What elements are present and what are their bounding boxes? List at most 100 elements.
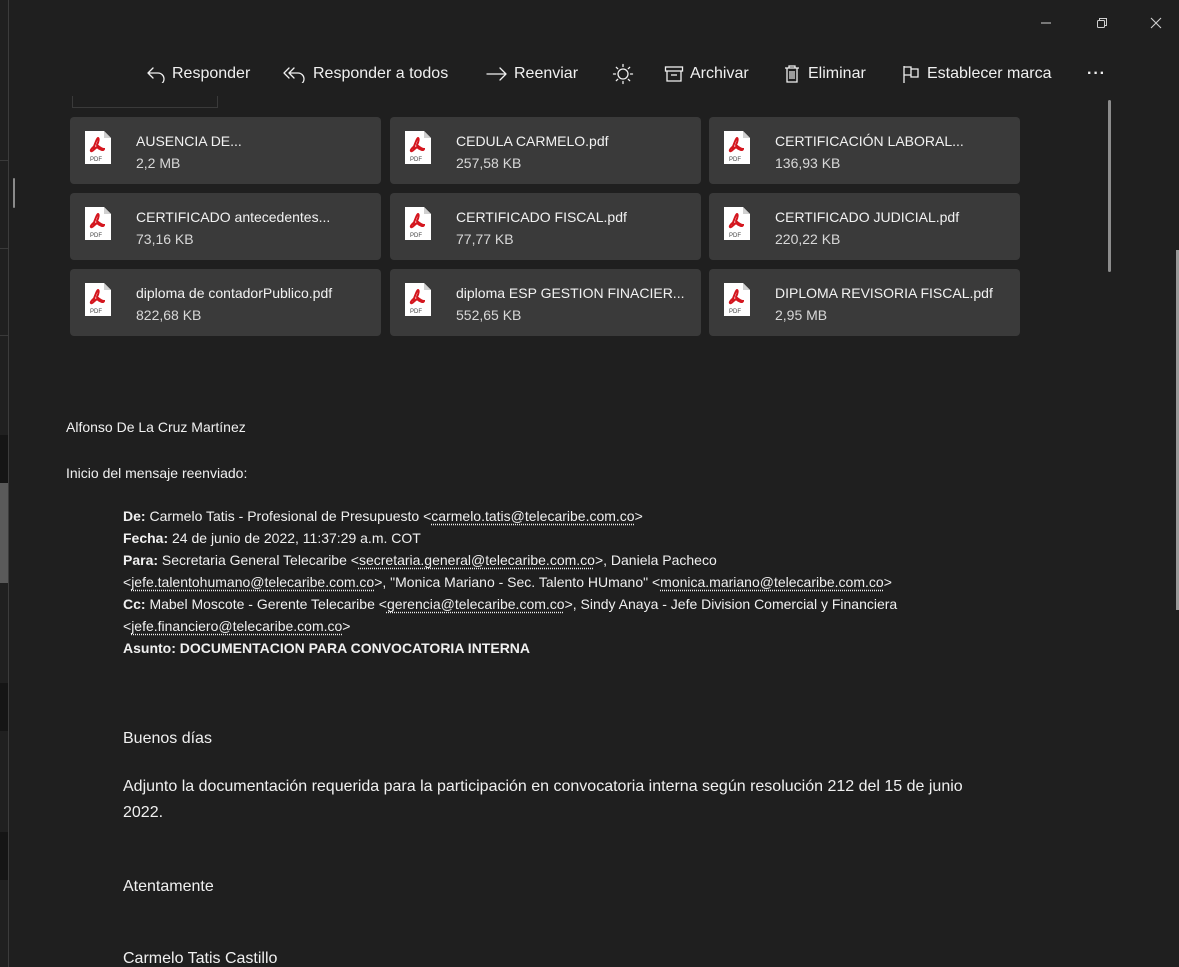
to-part: >, "Monica Mariano - Sec. Talento HUmano… (374, 574, 661, 590)
svg-text:PDF: PDF (410, 309, 422, 315)
pdf-file-icon: PDF (405, 283, 431, 316)
cc-open: < (123, 618, 132, 634)
attachment-card[interactable]: PDF DIPLOMA REVISORIA FISCAL.pdf 2,95 MB (709, 269, 1020, 336)
from-label: De: (123, 508, 146, 524)
header-field-remnant (72, 96, 218, 108)
cc-email-link[interactable]: gerencia@telecaribe.com.co (387, 596, 565, 612)
attachment-size: 136,93 KB (775, 155, 841, 171)
from-close: > (634, 508, 643, 524)
sender-name: Alfonso De La Cruz Martínez (66, 419, 246, 435)
greeting: Buenos días (123, 730, 212, 747)
pdf-file-icon: PDF (85, 283, 111, 316)
from-email-link[interactable]: carmelo.tatis@telecaribe.com.co (431, 508, 634, 524)
vertical-scrollbar[interactable] (1108, 100, 1111, 272)
pdf-file-icon: PDF (85, 207, 111, 240)
more-icon: ··· (1087, 65, 1106, 82)
to-open: < (123, 574, 132, 590)
body-line-2: 2022. (123, 804, 164, 821)
reply-all-button[interactable]: Responder a todos (283, 56, 448, 92)
forward-to-line: Para: Secretaria General Telecaribe <sec… (123, 552, 717, 568)
forward-arrow-icon (486, 67, 507, 81)
forward-cc-line: Cc: Mabel Moscote - Gerente Telecaribe <… (123, 596, 897, 612)
minimize-button[interactable] (1026, 8, 1066, 38)
to-email-link[interactable]: jefe.talentohumano@telecaribe.com.co (131, 574, 374, 590)
pane-resize-grip[interactable] (13, 178, 15, 208)
pdf-file-icon: PDF (724, 131, 750, 164)
message-toolbar: Responder Responder a todos Reenviar Arc… (0, 56, 1179, 92)
signature: Carmelo Tatis Castillo (123, 950, 278, 967)
more-actions-button[interactable]: ··· (1087, 56, 1106, 92)
svg-text:PDF: PDF (90, 157, 102, 163)
reply-button[interactable]: Responder (146, 56, 250, 92)
attachment-name: DIPLOMA REVISORIA FISCAL.pdf (775, 285, 993, 301)
forward-label: Reenviar (514, 65, 579, 82)
date-value: 24 de junio de 2022, 11:37:29 a.m. COT (168, 530, 421, 546)
attachment-name: CERTIFICADO antecedentes... (136, 209, 331, 225)
pdf-file-icon: PDF (405, 207, 431, 240)
svg-text:PDF: PDF (410, 233, 422, 239)
left-pane-edge (0, 0, 8, 967)
attachment-size: 220,22 KB (775, 231, 841, 247)
svg-text:PDF: PDF (410, 157, 422, 163)
flag-label: Establecer marca (927, 65, 1052, 82)
trash-icon (785, 65, 799, 83)
from-name: Carmelo Tatis - Profesional de Presupues… (145, 508, 432, 524)
forward-button[interactable]: Reenviar (486, 56, 578, 92)
attachment-size: 73,16 KB (136, 231, 194, 247)
attachment-name: CERTIFICACIÓN LABORAL... (775, 133, 964, 149)
archive-button[interactable]: Archivar (664, 56, 749, 92)
cc-email-link[interactable]: jefe.financiero@telecaribe.com.co (131, 618, 342, 634)
attachment-card[interactable]: PDF CERTIFICADO JUDICIAL.pdf 220,22 KB (709, 193, 1020, 260)
svg-text:PDF: PDF (90, 309, 102, 315)
forward-to-line-2: <jefe.talentohumano@telecaribe.com.co>, … (123, 574, 892, 590)
pdf-file-icon: PDF (85, 131, 111, 164)
pdf-file-icon: PDF (724, 207, 750, 240)
sun-theme-button[interactable] (612, 56, 640, 92)
delete-button[interactable]: Eliminar (782, 56, 866, 92)
restore-button[interactable] (1082, 8, 1122, 38)
reply-all-label: Responder a todos (313, 65, 449, 82)
attachment-card[interactable]: PDF CEDULA CARMELO.pdf 257,58 KB (390, 117, 701, 184)
svg-text:PDF: PDF (729, 157, 741, 163)
attachment-name: CERTIFICADO FISCAL.pdf (456, 209, 627, 225)
to-part: >, Daniela Pacheco (594, 552, 717, 568)
forward-from-line: De: Carmelo Tatis - Profesional de Presu… (123, 508, 643, 524)
date-label: Fecha: (123, 530, 169, 546)
archive-icon (664, 66, 684, 82)
attachment-size: 822,68 KB (136, 307, 202, 323)
attachment-name: diploma de contadorPublico.pdf (136, 285, 333, 301)
cc-label: Cc: (123, 596, 146, 612)
close-button[interactable] (1136, 8, 1176, 38)
attachment-card[interactable]: PDF CERTIFICADO FISCAL.pdf 77,77 KB (390, 193, 701, 260)
to-label: Para: (123, 552, 159, 568)
restore-icon (1097, 18, 1107, 28)
to-email-link[interactable]: monica.mariano@telecaribe.com.co (660, 574, 884, 590)
attachment-size: 257,58 KB (456, 155, 522, 171)
to-close: > (883, 574, 892, 590)
attachment-card[interactable]: PDF AUSENCIA DE... 2,2 MB (70, 117, 381, 184)
attachment-card[interactable]: PDF CERTIFICADO antecedentes... 73,16 KB (70, 193, 381, 260)
cc-part: Mabel Moscote - Gerente Telecaribe < (145, 596, 387, 612)
svg-text:PDF: PDF (729, 233, 741, 239)
attachment-name: CERTIFICADO JUDICIAL.pdf (775, 209, 960, 225)
pdf-file-icon: PDF (724, 283, 750, 316)
pane-divider (8, 0, 9, 967)
svg-text:PDF: PDF (90, 233, 102, 239)
flag-icon (903, 66, 919, 83)
svg-text:PDF: PDF (729, 309, 741, 315)
attachment-name: diploma ESP GESTION FINACIER... (456, 285, 685, 301)
delete-label: Eliminar (808, 65, 866, 82)
sun-icon (612, 63, 634, 85)
cc-part: >, Sindy Anaya - Jefe Division Comercial… (564, 596, 898, 612)
to-part: Secretaria General Telecaribe < (158, 552, 359, 568)
attachment-name: CEDULA CARMELO.pdf (456, 133, 609, 149)
reply-all-icon (283, 67, 305, 83)
body-line-1: Adjunto la documentación requerida para … (123, 778, 963, 795)
cc-close: > (342, 618, 351, 634)
attachment-card[interactable]: PDF diploma ESP GESTION FINACIER... 552,… (390, 269, 701, 336)
to-email-link[interactable]: secretaria.general@telecaribe.com.co (359, 552, 595, 568)
reply-label: Responder (172, 65, 251, 82)
attachment-card[interactable]: PDF diploma de contadorPublico.pdf 822,6… (70, 269, 381, 336)
attachment-card[interactable]: PDF CERTIFICACIÓN LABORAL... 136,93 KB (709, 117, 1020, 184)
flag-button[interactable]: Establecer marca (901, 56, 1052, 92)
